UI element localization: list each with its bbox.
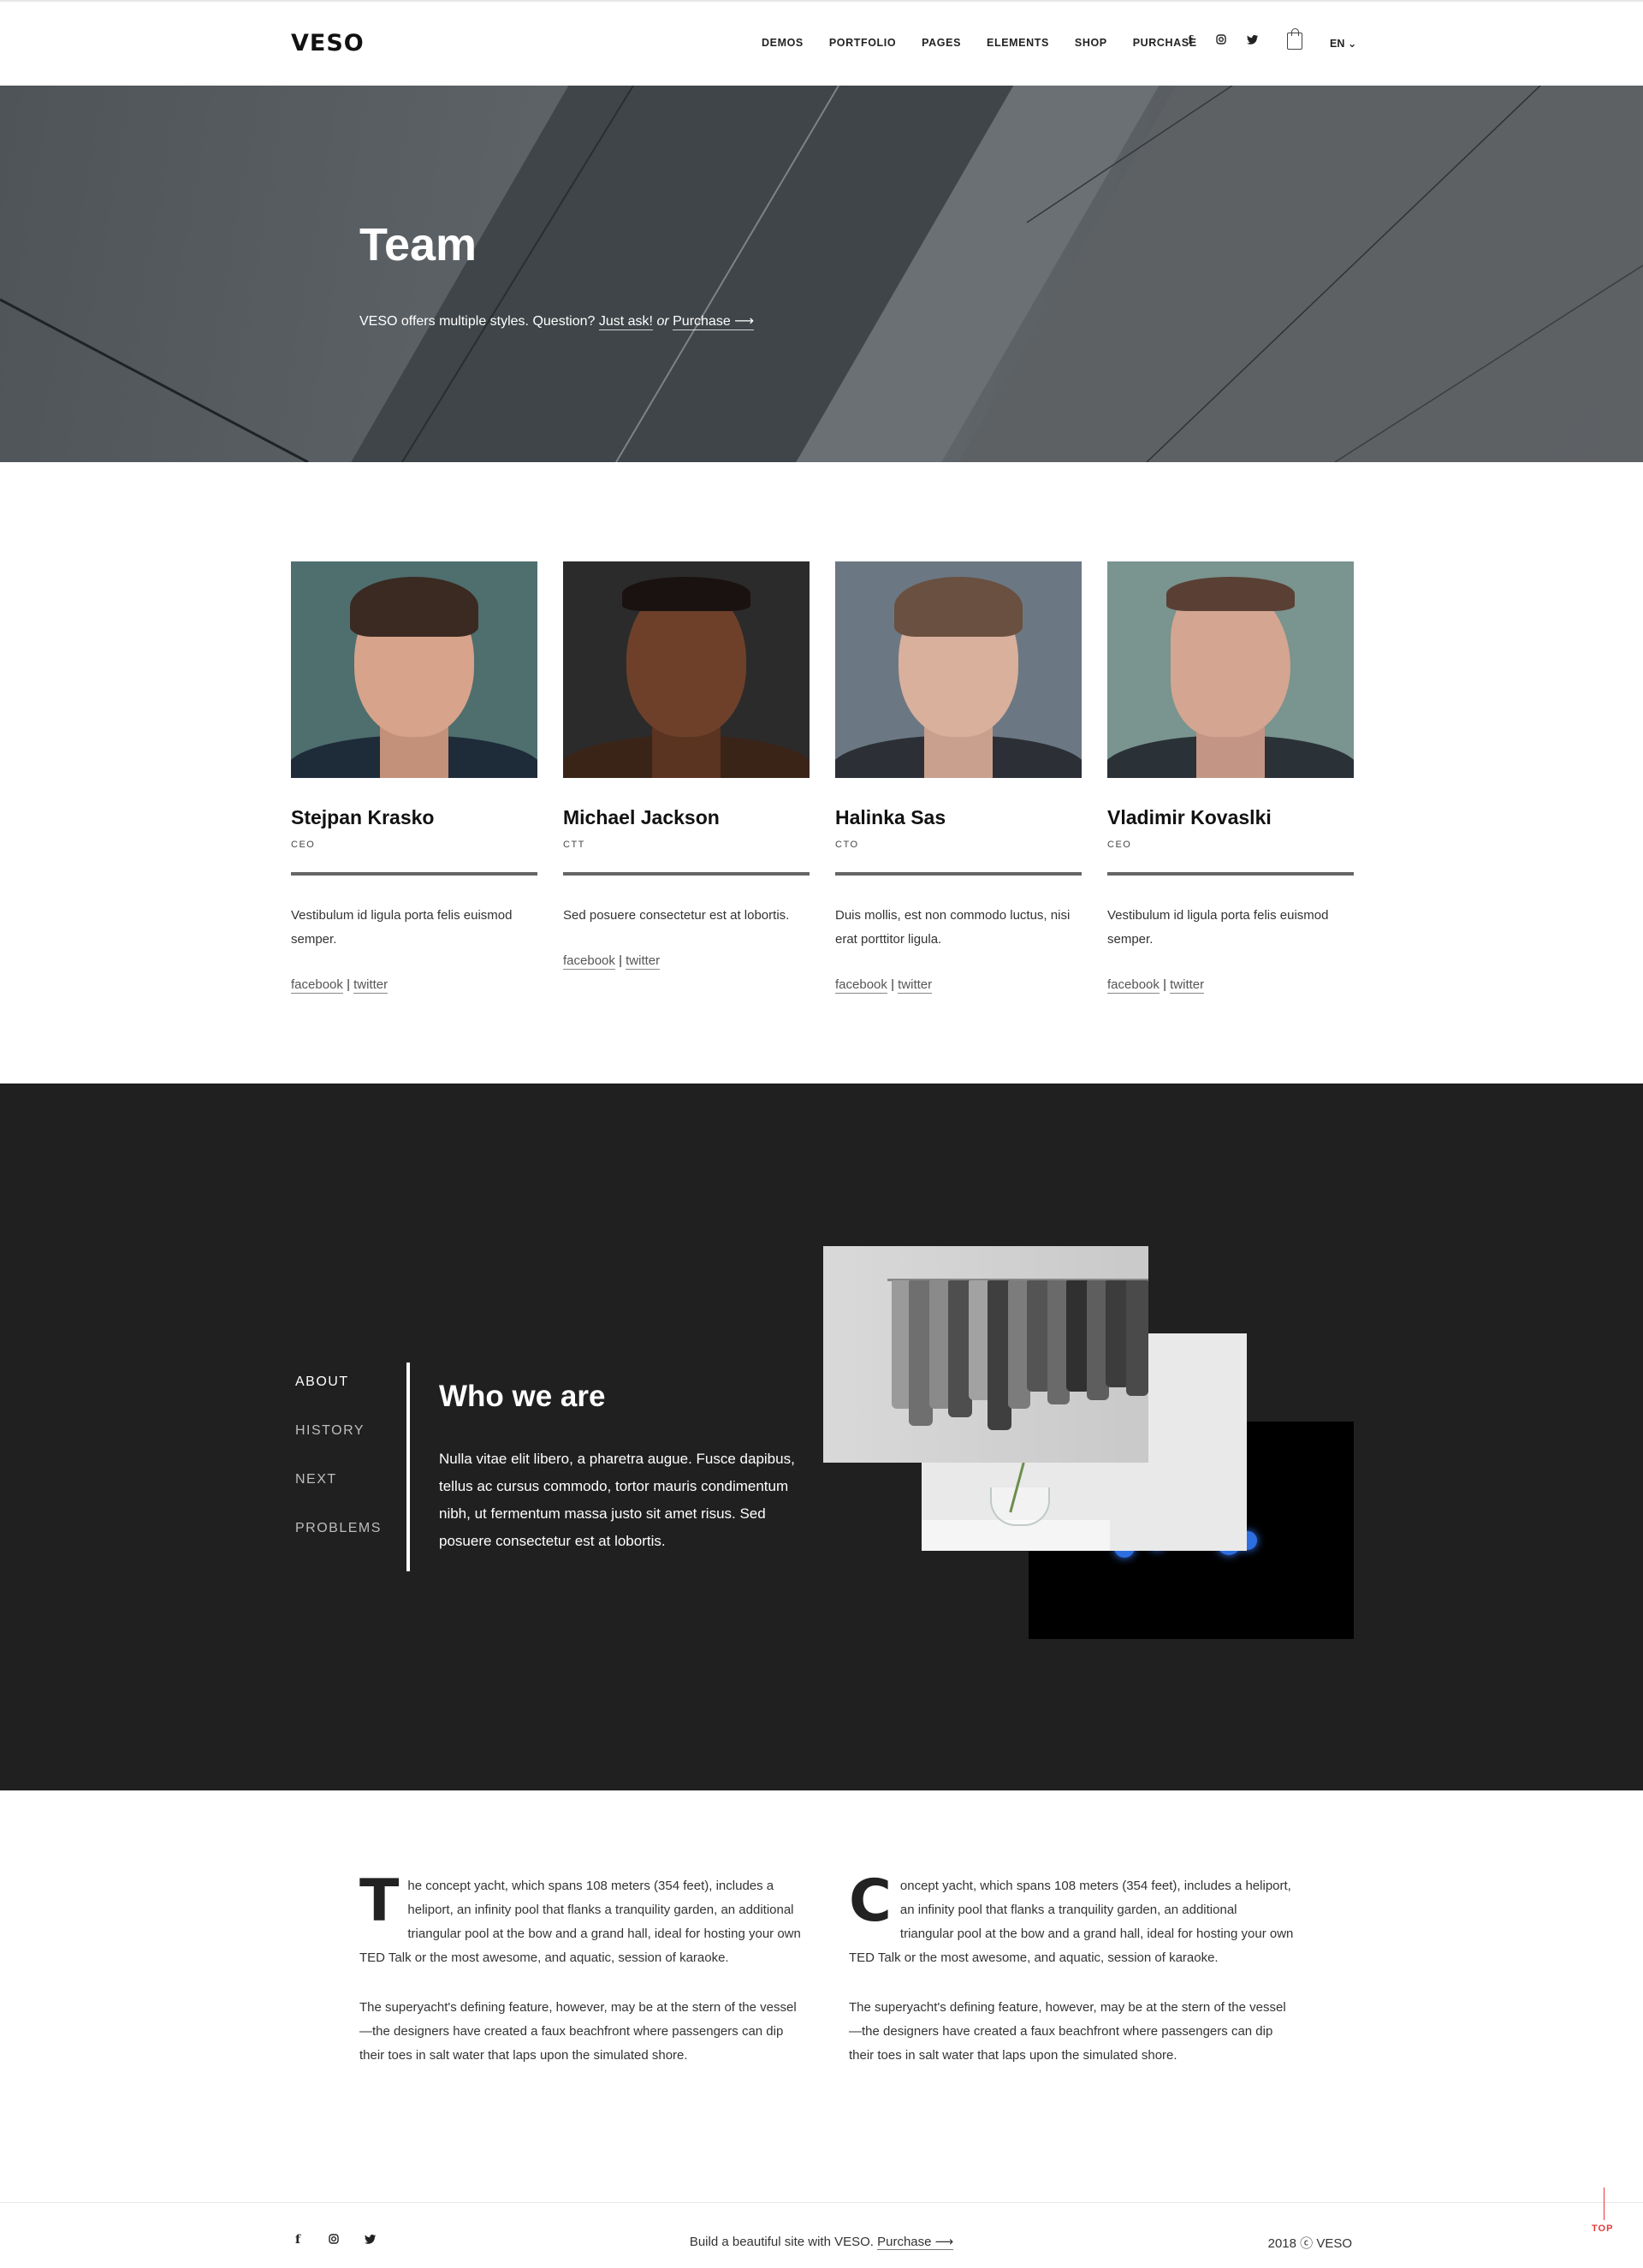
language-selector[interactable]: EN ⌄ [1330, 37, 1356, 50]
team-grid: Stejpan Krasko CEO Vestibulum id ligula … [291, 561, 1354, 994]
just-ask-link[interactable]: Just ask! [598, 314, 653, 330]
team-member: Stejpan Krasko CEO Vestibulum id ligula … [291, 561, 537, 994]
link-separator: | [891, 977, 894, 992]
link-separator: | [1163, 977, 1166, 992]
nav-pages[interactable]: PAGES [922, 37, 961, 49]
link-separator: | [619, 953, 622, 968]
twitter-link[interactable]: twitter [898, 977, 933, 994]
main-nav: DEMOS PORTFOLIO PAGES ELEMENTS SHOP PURC… [762, 37, 1197, 49]
article-paragraph: The superyacht's defining feature, howev… [849, 2000, 1286, 2063]
member-role: CTO [835, 840, 859, 850]
member-name: Michael Jackson [563, 806, 720, 828]
member-photo [291, 561, 537, 778]
facebook-icon[interactable]: f [1183, 34, 1197, 47]
member-bio: Vestibulum id ligula porta felis euismod… [291, 908, 513, 947]
nav-shop[interactable]: SHOP [1075, 37, 1107, 49]
link-separator: | [347, 977, 350, 992]
who-text: Nulla vitae elit libero, a pharetra augu… [439, 1451, 795, 1549]
article-column: Concept yacht, which spans 108 meters (3… [849, 1867, 1294, 2093]
site-footer: f Build a beautiful site with VESO. Purc… [0, 2202, 1643, 2268]
nav-elements[interactable]: ELEMENTS [987, 37, 1049, 49]
team-member: Halinka Sas CTO Duis mollis, est non com… [835, 561, 1082, 994]
active-indicator-line [406, 1363, 410, 1571]
cart-icon[interactable] [1287, 28, 1302, 50]
member-social-links: facebook | twitter [1107, 977, 1354, 994]
back-to-top-label: TOP [1592, 2223, 1614, 2234]
member-bio: Vestibulum id ligula porta felis euismod… [1107, 908, 1329, 947]
footer-text: Build a beautiful site with VESO. [689, 2235, 874, 2249]
member-role: CEO [291, 840, 316, 850]
team-member: Vladimir Kovaslki CEO Vestibulum id ligu… [1107, 561, 1354, 994]
nav-portfolio[interactable]: PORTFOLIO [829, 37, 896, 49]
hero-subtitle: VESO offers multiple styles. Question? J… [359, 312, 755, 330]
member-bio: Sed posuere consectetur est at lobortis. [563, 908, 790, 923]
divider [563, 872, 810, 876]
member-role: CTT [563, 840, 585, 850]
dropcap: T [359, 1867, 400, 1935]
article-paragraph: The superyacht's defining feature, howev… [359, 2000, 797, 2063]
team-member: Michael Jackson CTT Sed posuere consecte… [563, 561, 810, 992]
facebook-link[interactable]: facebook [563, 953, 615, 970]
divider [291, 872, 537, 876]
member-social-links: facebook | twitter [835, 977, 1082, 994]
twitter-link[interactable]: twitter [626, 953, 661, 970]
divider [835, 872, 1082, 876]
member-photo [563, 561, 810, 778]
article-paragraph: oncept yacht, which spans 108 meters (35… [849, 1879, 1294, 1965]
logo[interactable]: VESO [291, 30, 365, 56]
member-role: CEO [1107, 840, 1132, 850]
member-social-links: facebook | twitter [563, 953, 810, 970]
hero-banner: Team VESO offers multiple styles. Questi… [0, 86, 1643, 462]
site-header: VESO DEMOS PORTFOLIO PAGES ELEMENTS SHOP… [0, 0, 1643, 86]
side-nav-about[interactable]: ABOUT [295, 1374, 382, 1423]
twitter-link[interactable]: twitter [353, 977, 389, 994]
nav-demos[interactable]: DEMOS [762, 37, 804, 49]
hero-purchase-link[interactable]: Purchase ⟶ [673, 314, 755, 330]
footer-tagline: Build a beautiful site with VESO. Purcha… [0, 2234, 1643, 2250]
copyright: 2018 ⓒ VESO [1267, 2236, 1352, 2251]
member-name: Halinka Sas [835, 806, 946, 828]
member-photo [835, 561, 1082, 778]
hero-subtitle-text: VESO offers multiple styles. Question? [359, 314, 596, 329]
gallery-image-clothes [823, 1246, 1148, 1463]
divider [1107, 872, 1354, 876]
twitter-icon[interactable] [1245, 34, 1259, 47]
article-column: The concept yacht, which spans 108 meter… [359, 1867, 804, 2093]
facebook-link[interactable]: facebook [291, 977, 343, 994]
member-name: Stejpan Krasko [291, 806, 435, 828]
hero-bg-lines [0, 86, 1643, 462]
article-paragraph: he concept yacht, which spans 108 meters… [359, 1879, 801, 1965]
facebook-link[interactable]: facebook [835, 977, 887, 994]
member-name: Vladimir Kovaslki [1107, 806, 1272, 828]
hero-or-text: or [656, 314, 669, 329]
section-side-nav: ABOUT HISTORY NEXT PROBLEMS [295, 1374, 382, 1570]
footer-purchase-link[interactable]: Purchase ⟶ [877, 2235, 954, 2250]
twitter-link[interactable]: twitter [1170, 977, 1205, 994]
dropcap: C [849, 1867, 892, 1935]
back-to-top-button[interactable]: TOP [1592, 2188, 1617, 2234]
who-title: Who we are [439, 1380, 606, 1413]
side-nav-history[interactable]: HISTORY [295, 1423, 382, 1472]
member-bio: Duis mollis, est non commodo luctus, nis… [835, 908, 1071, 947]
side-nav-problems[interactable]: PROBLEMS [295, 1521, 382, 1570]
who-we-are-section: ABOUT HISTORY NEXT PROBLEMS Who we are N… [0, 1084, 1643, 1790]
member-social-links: facebook | twitter [291, 977, 537, 994]
page-title: Team [359, 219, 477, 270]
header-social: f [1183, 34, 1259, 47]
side-nav-next[interactable]: NEXT [295, 1472, 382, 1521]
member-photo [1107, 561, 1354, 778]
instagram-icon[interactable] [1214, 34, 1228, 47]
facebook-link[interactable]: facebook [1107, 977, 1160, 994]
